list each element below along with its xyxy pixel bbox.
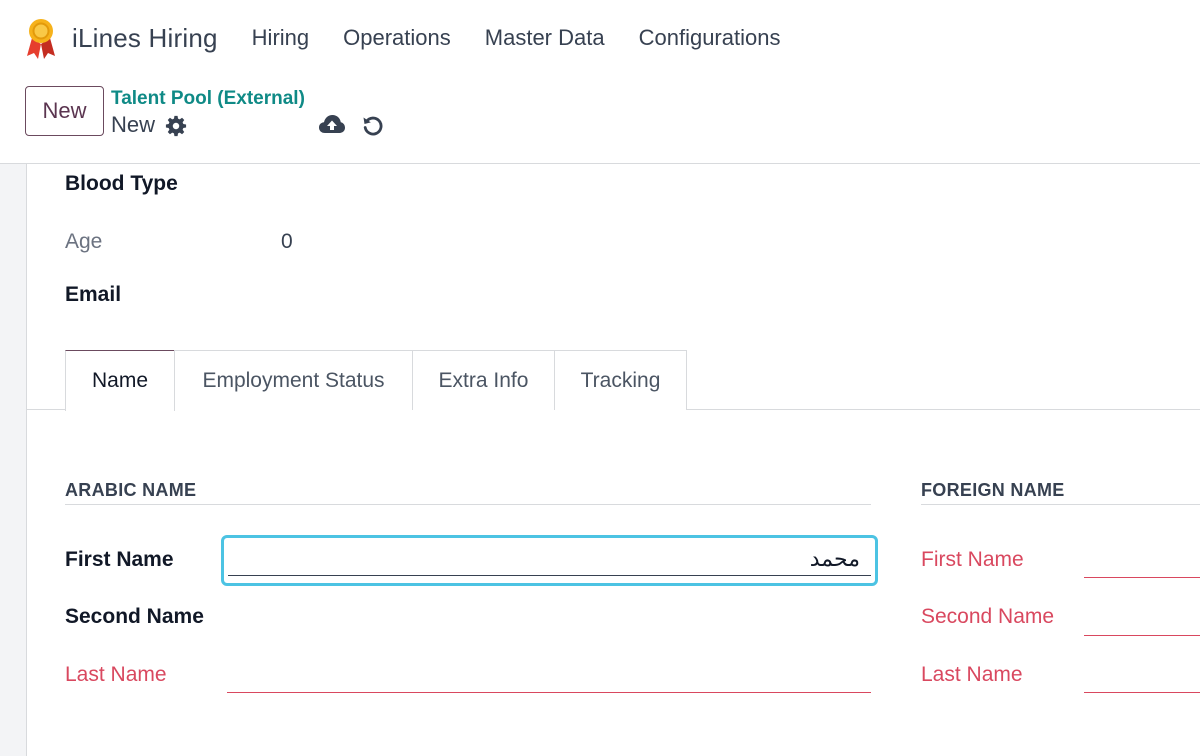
- foreign-name-title: FOREIGN NAME: [921, 480, 1065, 500]
- foreign-last-name-input[interactable]: [1084, 692, 1200, 693]
- age-value: 0: [281, 230, 293, 253]
- foreign-name-separator: [921, 504, 1200, 505]
- app-title: iLines Hiring: [72, 22, 218, 53]
- tab-extra-info[interactable]: Extra Info: [412, 350, 555, 410]
- tab-name[interactable]: Name: [65, 350, 175, 411]
- foreign-second-name-label: Second Name: [921, 605, 1055, 628]
- undo-icon[interactable]: [361, 114, 385, 138]
- input-underline: [228, 575, 871, 576]
- tab-tracking[interactable]: Tracking: [554, 350, 687, 410]
- arabic-first-name-label: First Name: [65, 548, 174, 571]
- arabic-name-separator: [65, 504, 871, 505]
- tab-tracking-label: Tracking: [580, 368, 661, 392]
- arabic-first-name-field[interactable]: [221, 535, 878, 586]
- arabic-first-name-input[interactable]: [230, 544, 860, 574]
- email-label: Email: [65, 283, 122, 306]
- arabic-name-title: ARABIC NAME: [65, 480, 197, 500]
- cloud-upload-icon[interactable]: [319, 114, 345, 136]
- blood-type-label: Blood Type: [65, 172, 178, 195]
- tab-employment-status-label: Employment Status: [202, 368, 385, 392]
- tab-employment-status[interactable]: Employment Status: [174, 350, 413, 410]
- control-panel: New Talent Pool (External) New: [0, 76, 1200, 164]
- tab-name-label: Name: [91, 369, 149, 392]
- app-brand[interactable]: iLines Hiring: [24, 16, 252, 60]
- breadcrumb-talent-pool[interactable]: Talent Pool (External): [111, 88, 305, 110]
- arabic-second-name-label: Second Name: [65, 605, 204, 628]
- arabic-last-name-label: Last Name: [65, 663, 167, 686]
- tab-extra-info-label: Extra Info: [438, 368, 529, 392]
- arabic-last-name-input[interactable]: [227, 692, 871, 693]
- menu-operations[interactable]: Operations: [343, 25, 451, 51]
- menu-master-data[interactable]: Master Data: [485, 25, 605, 51]
- form-sheet: Blood Type Age 0 Email Name Employment S…: [26, 164, 1200, 756]
- menu-configurations[interactable]: Configurations: [639, 25, 781, 51]
- age-label: Age: [65, 230, 103, 253]
- menu-hiring[interactable]: Hiring: [252, 25, 309, 51]
- new-button[interactable]: New: [25, 86, 104, 136]
- foreign-first-name-label: First Name: [921, 548, 1024, 571]
- medal-icon: [27, 19, 55, 59]
- foreign-first-name-input[interactable]: [1084, 577, 1200, 578]
- foreign-second-name-input[interactable]: [1084, 635, 1200, 636]
- gear-icon[interactable]: [165, 115, 187, 137]
- top-navbar: iLines Hiring Hiring Operations Master D…: [0, 0, 1200, 76]
- foreign-last-name-label: Last Name: [921, 663, 1023, 686]
- record-name: New: [111, 112, 156, 137]
